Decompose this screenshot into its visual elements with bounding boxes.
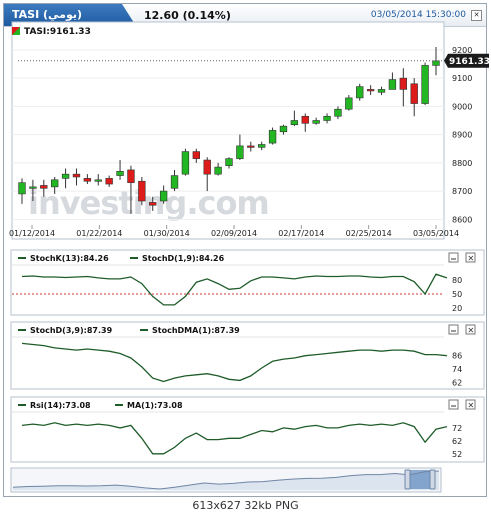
candle-body <box>268 130 277 144</box>
price-tick-label: 8800 <box>452 159 472 168</box>
stoch-k-tick-label: 80 <box>452 276 462 285</box>
candle-body <box>127 169 135 183</box>
candle-body <box>116 171 124 176</box>
stoch-k-legend-1: StochK(13):84.26 <box>30 254 109 263</box>
candle-body <box>203 159 211 175</box>
candle-body <box>334 108 342 117</box>
candle-body <box>105 178 113 185</box>
candle-body <box>181 151 190 175</box>
date-tick-label: 01/22/2014 <box>76 229 122 238</box>
navigator-right-handle[interactable] <box>429 469 436 490</box>
candle-body <box>29 186 37 189</box>
date-tick-label: 01/30/2014 <box>144 229 190 238</box>
last-price-value: 9161.33 <box>449 57 490 67</box>
price-tick-label: 8900 <box>452 131 472 140</box>
candle-body <box>290 120 299 126</box>
candle-body <box>366 89 375 92</box>
candle-body <box>279 125 288 133</box>
candle-body <box>312 120 320 124</box>
candle-body <box>138 180 146 202</box>
candle-body <box>236 145 244 159</box>
watermark: investing.com <box>28 184 269 222</box>
rsi-legend-2: MA(1):73.08 <box>127 401 183 410</box>
price-tick-label: 9000 <box>452 102 472 111</box>
minimize-button[interactable] <box>448 324 459 335</box>
close-icon: ✕ <box>468 254 475 263</box>
price-tick-label: 8600 <box>452 215 472 224</box>
date-tick-label: 02/17/2014 <box>278 229 324 238</box>
date-tick-label: 03/05/2014 <box>413 229 459 238</box>
price-tick-label: 8700 <box>452 187 472 196</box>
stoch-k-legend-2: StochD(1,9):84.26 <box>142 254 225 263</box>
candle-body <box>72 173 81 178</box>
candle-body <box>18 182 26 195</box>
candle-body <box>94 179 102 182</box>
stoch-d-panel: StochD(3,9):87.39 StochDMA(1):87.39 ✕ 86… <box>10 321 485 390</box>
candle-body <box>421 65 429 104</box>
price-tick-label: 9200 <box>452 46 472 55</box>
rsi-tick-label: 52 <box>452 450 462 459</box>
rsi-tick-label: 72 <box>452 424 462 433</box>
date-tick-label: 02/09/2014 <box>211 229 257 238</box>
stoch-k-tick-label: 20 <box>452 304 462 313</box>
candle-body <box>323 115 331 121</box>
minimize-button[interactable] <box>448 399 459 410</box>
candle-body <box>377 89 386 93</box>
stoch-d-legend-1: StochD(3,9):87.39 <box>30 326 113 335</box>
rsi-tick-label: 62 <box>452 437 462 446</box>
candle-body <box>225 158 233 166</box>
candle-body <box>356 86 364 99</box>
close-icon: ✕ <box>468 326 475 335</box>
candle-body <box>61 173 70 179</box>
price-tick-label: 9100 <box>452 74 472 83</box>
stoch-k-panel: StochK(13):84.26 StochD(1,9):84.26 ✕ 80 5… <box>10 249 485 316</box>
candle-body <box>345 97 353 110</box>
image-footer: 613x627 32kb PNG <box>192 499 299 512</box>
candle-body <box>170 175 179 189</box>
candle-body <box>83 178 92 182</box>
candle-body <box>432 60 440 66</box>
stoch-k-tick-label: 50 <box>452 290 462 299</box>
minimize-button[interactable] <box>448 252 459 263</box>
candle-body <box>247 145 255 148</box>
candle-body <box>149 202 157 206</box>
date-tick-label: 02/25/2014 <box>346 229 392 238</box>
candle-body <box>40 185 48 189</box>
candle-body <box>192 151 200 159</box>
rsi-legend-1: Rsi(14):73.08 <box>30 401 91 410</box>
range-navigator[interactable] <box>10 467 442 493</box>
rsi-panel: Rsi(14):73.08 MA(1):73.08 ✕ 72 62 52 <box>10 396 485 463</box>
stoch-d-tick-label: 74 <box>452 365 462 374</box>
candle-body <box>51 179 59 188</box>
candle-body <box>258 144 266 148</box>
chart-canvas: TASI:9161.33 investing.com 9200 9100 9000 8… <box>9 21 490 493</box>
candle-body <box>388 79 397 90</box>
candle-body <box>301 115 309 124</box>
candle-body <box>159 190 168 202</box>
candle-body <box>399 77 407 90</box>
stoch-d-legend-2: StochDMA(1):87.39 <box>152 326 240 335</box>
navigator-left-handle[interactable] <box>404 469 411 490</box>
close-icon: ✕ <box>468 401 475 410</box>
stoch-d-tick-label: 86 <box>452 352 462 361</box>
price-legend: TASI:9161.33 <box>24 27 91 37</box>
candle-body <box>410 83 418 104</box>
date-tick-label: 01/12/2014 <box>9 229 55 238</box>
price-panel: TASI:9161.33 investing.com 9200 9100 9000 8… <box>9 21 490 240</box>
candle-body <box>214 166 222 175</box>
stoch-d-tick-label: 62 <box>452 379 462 388</box>
last-price-tag: 9161.33 <box>444 53 490 68</box>
